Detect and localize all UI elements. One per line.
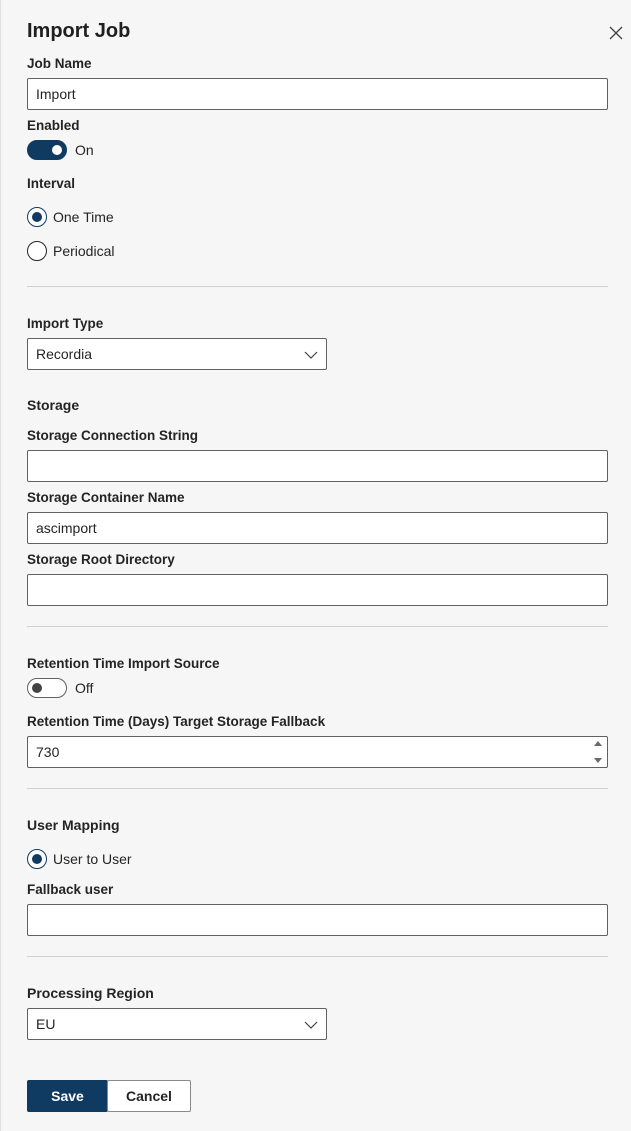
- storage-container-name-label: Storage Container Name: [27, 490, 185, 505]
- interval-option-one-time[interactable]: One Time: [27, 207, 114, 227]
- chevron-down-icon: [304, 351, 318, 359]
- spin-down-icon[interactable]: [594, 758, 602, 764]
- retention-source-toggle[interactable]: [27, 678, 67, 698]
- enabled-toggle-row: On: [27, 140, 94, 160]
- retention-fallback-label: Retention Time (Days) Target Storage Fal…: [27, 714, 326, 729]
- close-button[interactable]: [605, 22, 627, 44]
- import-type-label: Import Type: [27, 316, 104, 331]
- toggle-knob: [32, 683, 42, 693]
- toggle-knob: [52, 145, 62, 155]
- processing-region-value: EU: [36, 1016, 56, 1032]
- job-name-input[interactable]: Import: [27, 78, 608, 110]
- user-mapping-option-user-to-user[interactable]: User to User: [27, 849, 132, 869]
- storage-heading: Storage: [27, 397, 80, 413]
- save-button[interactable]: Save: [27, 1080, 108, 1112]
- periodical-label: Periodical: [53, 243, 115, 259]
- divider: [27, 626, 608, 627]
- user-mapping-label: User Mapping: [27, 817, 120, 833]
- enabled-label: Enabled: [27, 118, 80, 133]
- storage-connection-string-label: Storage Connection String: [27, 428, 199, 443]
- retention-source-label: Retention Time Import Source: [27, 656, 220, 671]
- processing-region-label: Processing Region: [27, 985, 154, 1001]
- processing-region-select[interactable]: EU: [27, 1008, 327, 1040]
- chevron-down-icon: [304, 1021, 318, 1029]
- fallback-user-label: Fallback user: [27, 882, 114, 897]
- divider: [27, 286, 608, 287]
- spin-up-icon[interactable]: [594, 740, 602, 746]
- radio-one-time[interactable]: [27, 207, 47, 227]
- divider: [27, 956, 608, 957]
- dialog-title: Import Job: [27, 20, 131, 42]
- retention-fallback-number-input[interactable]: 730: [27, 736, 608, 768]
- job-name-label: Job Name: [27, 56, 92, 71]
- import-type-select[interactable]: Recordia: [27, 338, 327, 370]
- retention-fallback-value: 730: [36, 744, 60, 760]
- retention-source-toggle-row: Off: [27, 678, 93, 698]
- enabled-state-text: On: [75, 142, 94, 158]
- import-job-panel: Import Job Job Name Import Enabled On In…: [0, 0, 631, 1131]
- close-icon: [609, 26, 623, 40]
- storage-root-directory-label: Storage Root Directory: [27, 552, 175, 567]
- storage-connection-string-input[interactable]: [27, 450, 608, 482]
- divider: [27, 788, 608, 789]
- storage-container-name-input[interactable]: ascimport: [27, 512, 608, 544]
- interval-option-periodical[interactable]: Periodical: [27, 241, 114, 261]
- retention-source-state-text: Off: [75, 680, 94, 696]
- import-type-value: Recordia: [36, 346, 93, 362]
- interval-label: Interval: [27, 176, 76, 191]
- user-to-user-label: User to User: [53, 851, 132, 867]
- spin-buttons[interactable]: [593, 740, 603, 764]
- radio-periodical[interactable]: [27, 241, 47, 261]
- one-time-label: One Time: [53, 209, 114, 225]
- storage-root-directory-input[interactable]: [27, 574, 608, 606]
- fallback-user-input[interactable]: [27, 904, 608, 936]
- radio-user-to-user[interactable]: [27, 849, 47, 869]
- enabled-toggle[interactable]: [27, 140, 67, 160]
- cancel-button[interactable]: Cancel: [107, 1080, 191, 1112]
